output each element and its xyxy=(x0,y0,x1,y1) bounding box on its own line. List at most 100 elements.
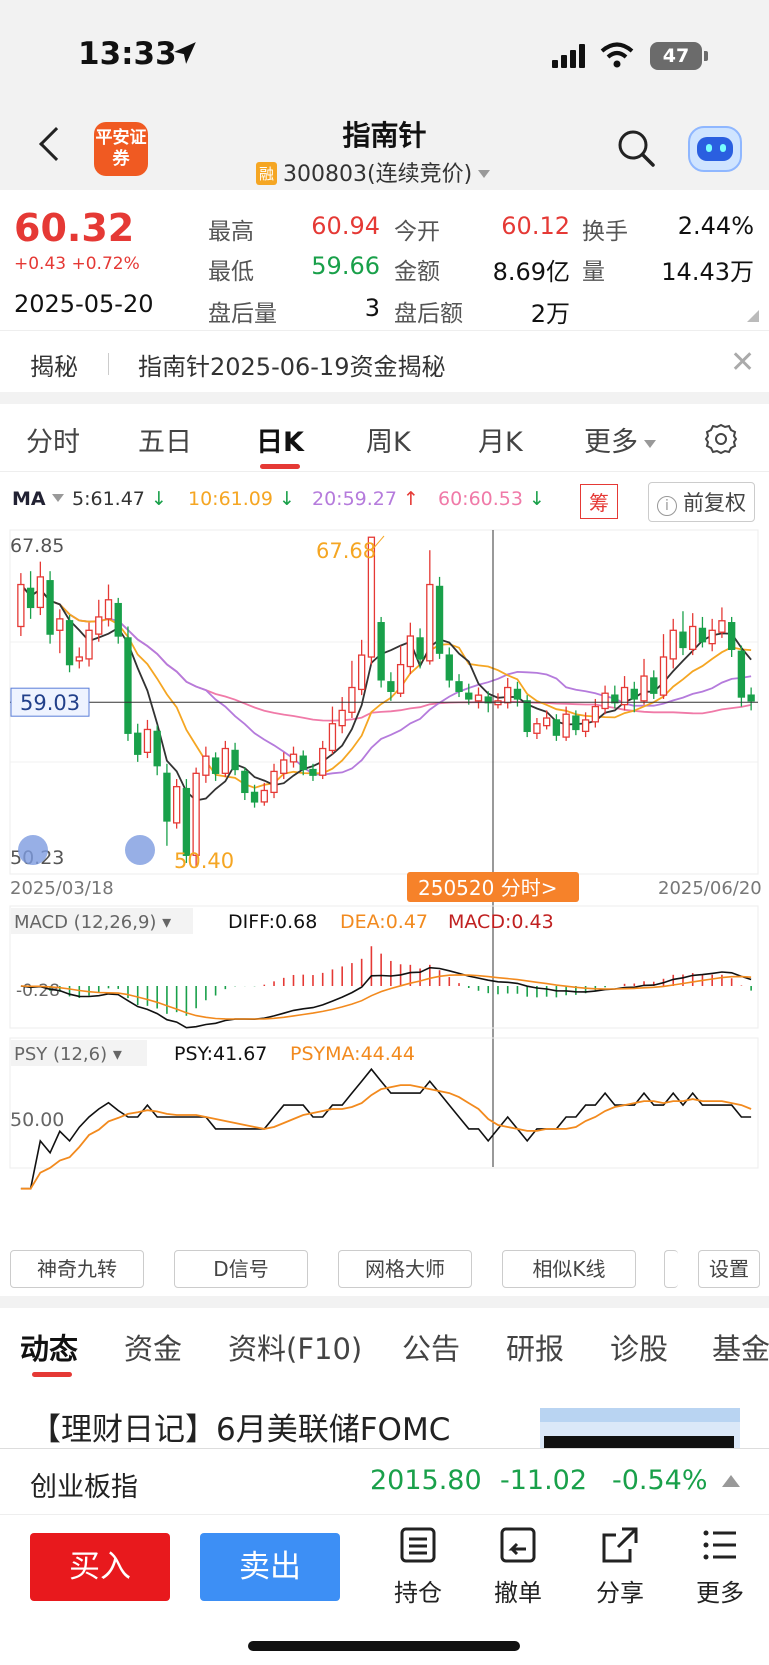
trade-bar: 买入 卖出 持仓 撤单 分享 更多 xyxy=(0,1514,769,1665)
x-end-label: 2025/06/20 xyxy=(658,878,762,899)
positions-icon xyxy=(400,1527,436,1563)
fund-reveal-bar[interactable]: 揭秘 指南针2025-06-19资金揭秘 ✕ xyxy=(0,330,769,392)
home-indicator xyxy=(248,1641,520,1651)
gear-icon[interactable] xyxy=(704,422,738,456)
ma10-value: 10:61.09 ↓ xyxy=(188,488,295,510)
positions-button[interactable]: 持仓 xyxy=(378,1525,458,1608)
news-tabs: 动态 资金 资料(F10) 公告 研报 诊股 基金 xyxy=(0,1308,769,1378)
candle-body xyxy=(591,705,600,723)
tool-settings[interactable]: 设置 xyxy=(698,1250,760,1288)
expand-corner-icon[interactable] xyxy=(747,310,759,322)
tab-weekly-k[interactable]: 周K xyxy=(366,420,411,459)
candle-body xyxy=(241,770,249,794)
candle-body xyxy=(611,694,619,704)
sell-button[interactable]: 卖出 xyxy=(200,1533,340,1601)
tool-magic-nine[interactable]: 神奇九转 xyxy=(10,1250,144,1288)
close-icon[interactable]: ✕ xyxy=(730,345,755,380)
candle-body xyxy=(328,723,337,752)
kline-chart[interactable]: 59.0367.8550.2367.6850.402025/03/182025/… xyxy=(0,528,769,1238)
tab-more[interactable]: 更多 xyxy=(584,420,656,459)
quote-value: 60.94 xyxy=(311,212,380,240)
candle-body xyxy=(396,663,405,694)
chip-button[interactable]: 筹 xyxy=(580,484,618,519)
candle-body xyxy=(387,681,395,692)
candle-body xyxy=(416,637,424,660)
ma5-value: 5:61.47 ↓ xyxy=(72,488,167,510)
candle-body xyxy=(679,631,687,649)
tab-announcements[interactable]: 公告 xyxy=(402,1326,460,1368)
candle-body xyxy=(727,622,736,651)
psy-ref-label: 50.00 xyxy=(10,1109,64,1131)
macd-diff-label: DIFF:0.68 xyxy=(228,911,317,933)
ma-indicator-name[interactable]: MA xyxy=(12,488,64,510)
candle-body xyxy=(172,786,181,824)
active-tab-indicator xyxy=(260,464,300,469)
status-bar: 13:33 47 xyxy=(0,0,769,110)
tab-minute[interactable]: 分时 xyxy=(26,420,80,459)
candle-body xyxy=(465,692,473,700)
tool-grid-master[interactable]: 网格大师 xyxy=(338,1250,472,1288)
stock-code-selector[interactable]: 融 300803(连续竞价) xyxy=(256,156,491,188)
divider xyxy=(108,353,109,375)
tab-funds[interactable]: 资金 xyxy=(124,1326,182,1368)
article-thumbnail[interactable] xyxy=(540,1408,740,1450)
cancel-order-button[interactable]: 撤单 xyxy=(478,1525,558,1608)
candle-body xyxy=(601,692,609,710)
candle-body xyxy=(75,656,83,662)
quote-date: 2025-05-20 xyxy=(14,290,154,318)
candle-body xyxy=(357,654,366,691)
candle-body xyxy=(630,688,638,700)
index-value: 2015.80 xyxy=(370,1465,482,1496)
quote-value: 2.44% xyxy=(677,212,754,240)
buy-button[interactable]: 买入 xyxy=(30,1533,170,1601)
adjust-button[interactable]: i 前复权 xyxy=(648,482,755,522)
more-button[interactable]: 更多 xyxy=(680,1525,760,1608)
tab-research[interactable]: 研报 xyxy=(506,1326,564,1368)
crosshair-price-label: 59.03 xyxy=(20,691,80,715)
quote-value: 59.66 xyxy=(311,252,380,280)
news-article-title[interactable]: 【理财日记】6月美联储FOMC xyxy=(30,1404,450,1449)
share-icon xyxy=(602,1527,638,1563)
candle-body xyxy=(114,602,122,637)
tab-dynamics[interactable]: 动态 xyxy=(20,1326,78,1368)
candle-body xyxy=(250,791,259,803)
tool-d-signal[interactable]: D信号 xyxy=(174,1250,308,1288)
candle-body xyxy=(36,576,45,609)
psy-value-label: PSY:41.67 xyxy=(174,1043,267,1065)
index-change: -11.02 xyxy=(500,1465,588,1496)
index-ticker[interactable]: 创业板指 2015.80 -11.02 -0.54% xyxy=(0,1448,769,1514)
tab-daily-k[interactable]: 日K xyxy=(256,420,304,459)
menu-icon xyxy=(703,1530,736,1560)
candle-body xyxy=(455,681,463,692)
period-tabs: 分时 五日 日K 周K 月K 更多 xyxy=(0,404,769,472)
candle-body xyxy=(426,583,434,662)
candle-body xyxy=(445,654,453,681)
share-button[interactable]: 分享 xyxy=(580,1525,660,1608)
tab-diagnose[interactable]: 诊股 xyxy=(610,1326,668,1368)
candle-body xyxy=(65,620,74,666)
candle-body xyxy=(211,757,220,774)
candle-body xyxy=(309,768,317,776)
ma-label: MA xyxy=(12,488,46,510)
tab-monthly-k[interactable]: 月K xyxy=(478,420,523,459)
tool-similar-k[interactable]: 相似K线 xyxy=(502,1250,636,1288)
ma5-text: 5:61.47 xyxy=(72,488,145,510)
candle-body xyxy=(153,730,161,767)
tab-five-day[interactable]: 五日 xyxy=(138,420,192,459)
candle-body xyxy=(95,616,103,635)
tab-f10[interactable]: 资料(F10) xyxy=(228,1326,362,1368)
low-marker-label: 50.40 xyxy=(174,849,234,873)
margin-badge: 融 xyxy=(256,162,278,185)
candle-body xyxy=(494,700,502,706)
candle-body xyxy=(17,583,25,628)
candle-body xyxy=(85,629,93,660)
tool-hidden[interactable] xyxy=(664,1250,678,1288)
tab-fund[interactable]: 基金 xyxy=(712,1326,769,1368)
candle-body xyxy=(659,656,668,696)
search-icon[interactable] xyxy=(616,128,656,168)
candle-body xyxy=(533,723,541,734)
ma60-value: 60:60.53 ↓ xyxy=(438,488,545,510)
ai-assistant-icon[interactable] xyxy=(688,126,742,172)
expand-up-icon[interactable] xyxy=(722,1475,740,1487)
quote-value: 8.69亿 xyxy=(492,258,570,286)
